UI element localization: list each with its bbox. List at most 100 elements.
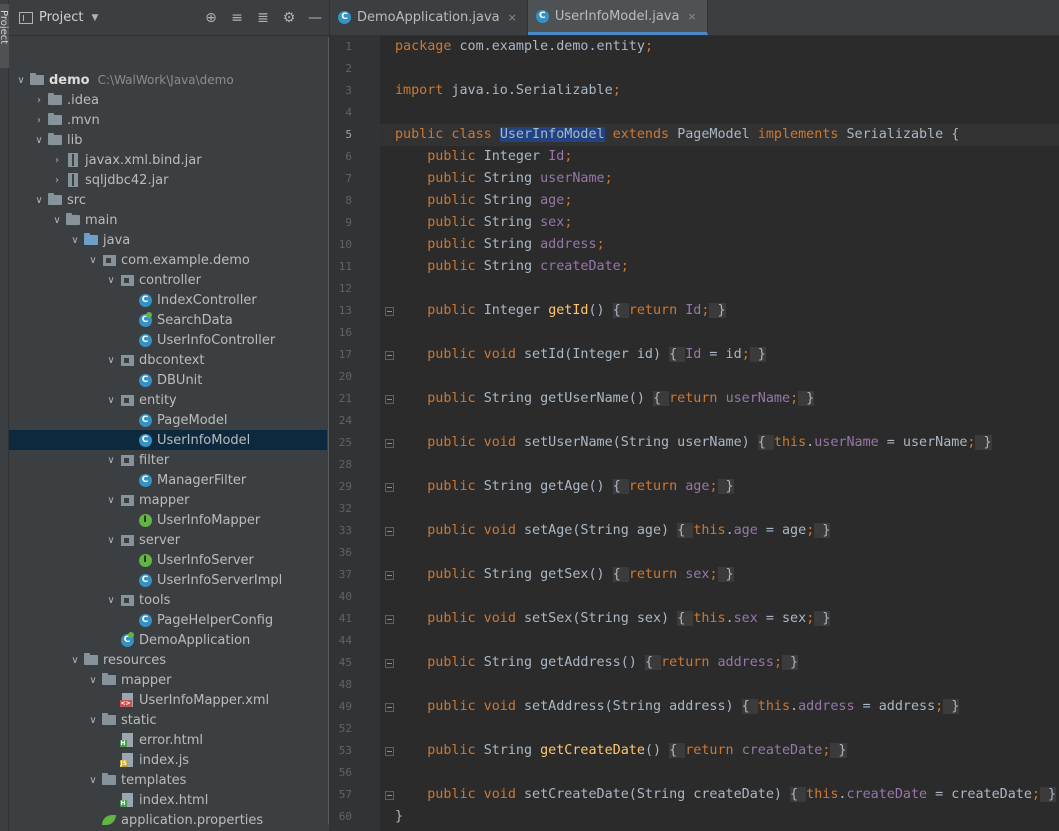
chevron-down-icon[interactable]: ∨ [103,275,119,286]
fold-icon[interactable] [385,615,394,624]
chevron-down-icon[interactable]: ∨ [103,455,119,466]
fold-icon[interactable] [385,307,394,316]
code-token: = address [854,699,936,714]
fold-icon[interactable] [385,747,394,756]
code-token: package [395,39,460,54]
tree-item[interactable]: C UserInfoController [9,330,329,350]
tree-item[interactable]: ∨ controller [9,270,329,290]
tree-item[interactable]: C DBUnit [9,370,329,390]
tree-item[interactable]: ∨ dbcontext [9,350,329,370]
tree-item[interactable]: ∨ demo C:\WalWork\Java\demo [9,70,329,90]
tree-item[interactable]: <> UserInfoMapper.xml [9,690,329,710]
chevron-right-icon[interactable]: › [49,175,65,186]
code-token: { [612,567,629,582]
editor-tab[interactable]: C UserInfoModel.java × [527,0,708,35]
chevron-down-icon[interactable]: ∨ [85,675,101,686]
chevron-down-icon[interactable]: ∨ [85,255,101,266]
tree-item[interactable]: C IndexController [9,290,329,310]
line-number: 45 [338,656,352,669]
fold-icon[interactable] [385,395,394,404]
chevron-down-icon[interactable]: ∨ [31,135,47,146]
tree-item[interactable]: ∨ mapper [9,490,329,510]
chevron-down-icon[interactable]: ∨ [103,535,119,546]
chevron-down-icon[interactable]: ∨ [49,215,65,226]
locate-icon[interactable]: ⊕ [203,10,219,26]
chevron-down-icon[interactable]: ∨ [31,195,47,206]
code-view[interactable]: package com.example.demo.entity; import j… [380,36,1059,831]
expand-all-icon[interactable]: ≡ [229,10,245,26]
chevron-down-icon[interactable]: ∨ [85,715,101,726]
editor-tab[interactable]: C DemoApplication.java × [330,0,528,35]
fold-icon[interactable] [385,659,394,668]
project-stripe-button[interactable]: Project [0,4,9,68]
tree-item[interactable]: I UserInfoServer [9,550,329,570]
tree-item-label: UserInfoServerImpl [157,572,283,588]
tree-item[interactable]: › sqljdbc42.jar [9,170,329,190]
chevron-down-icon[interactable]: ∨ [103,595,119,606]
tree-item[interactable]: ∨ java [9,230,329,250]
class-icon: C [137,292,153,308]
tree-item[interactable]: C PageModel [9,410,329,430]
tree-item[interactable]: ∨ templates [9,770,329,790]
chevron-down-icon[interactable]: ∨ [67,235,83,246]
spring-class-icon: C [119,632,135,648]
chevron-down-icon[interactable]: ∨ [103,395,119,406]
gear-icon[interactable]: ⚙ [281,10,297,26]
tree-item[interactable]: C ManagerFilter [9,470,329,490]
tree-item[interactable]: ∨ main [9,210,329,230]
code-line: public String createDate; [395,256,629,278]
tree-item[interactable]: JS index.js [9,750,329,770]
tree-item[interactable]: › .idea [9,90,329,110]
chevron-right-icon[interactable]: › [31,115,47,126]
tree-item[interactable]: C DemoApplication [9,630,329,650]
tree-item[interactable]: ∨ tools [9,590,329,610]
project-panel-title[interactable]: Project [39,10,83,25]
tree-item[interactable]: ∨ filter [9,450,329,470]
tree-item[interactable]: ∨ lib [9,130,329,150]
tree-item[interactable]: application.properties [9,810,329,830]
tree-item[interactable]: C UserInfoModel [9,430,329,450]
tree-item[interactable]: ∨ com.example.demo [9,250,329,270]
fold-icon[interactable] [385,351,394,360]
chevron-down-icon[interactable]: ▼ [91,13,98,23]
hide-icon[interactable]: — [307,10,323,26]
chevron-down-icon[interactable]: ∨ [103,495,119,506]
chevron-down-icon[interactable]: ∨ [85,775,101,786]
fold-icon[interactable] [385,483,394,492]
close-icon[interactable]: × [688,10,697,23]
tree-item[interactable]: ∨ src [9,190,329,210]
chevron-right-icon[interactable]: › [31,95,47,106]
package-icon [119,352,135,368]
tree-item[interactable]: Herror.html [9,730,329,750]
tree-item[interactable]: ∨ resources [9,650,329,670]
tree-item[interactable]: C PageHelperConfig [9,610,329,630]
tree-item-label: UserInfoServer [157,552,254,568]
chevron-down-icon[interactable]: ∨ [13,75,29,86]
fold-icon[interactable] [385,527,394,536]
tree-item-label: server [139,532,181,548]
tree-item[interactable]: C SearchData [9,310,329,330]
chevron-right-icon[interactable]: › [49,155,65,166]
fold-icon[interactable] [385,703,394,712]
fold-icon[interactable] [385,439,394,448]
tree-item[interactable]: Hindex.html [9,790,329,810]
tree-item[interactable]: ∨ mapper [9,670,329,690]
tree-item[interactable]: ∨ entity [9,390,329,410]
tree-item[interactable]: I UserInfoMapper [9,510,329,530]
close-icon[interactable]: × [508,11,517,24]
chevron-down-icon[interactable]: ∨ [67,655,83,666]
line-number: 1 [345,40,352,53]
line-number: 56 [338,766,352,779]
code-token: } [749,347,766,362]
chevron-down-icon[interactable]: ∨ [103,355,119,366]
collapse-all-icon[interactable]: ≣ [255,10,271,26]
tree-item[interactable]: › .mvn [9,110,329,130]
fold-icon[interactable] [385,791,394,800]
code-token: Id [685,347,702,362]
tree-item[interactable]: › javax.xml.bind.jar [9,150,329,170]
fold-icon[interactable] [385,571,394,580]
tree-item[interactable]: ∨ server [9,530,329,550]
tree-item[interactable]: ∨ static [9,710,329,730]
tree-item[interactable]: C UserInfoServerImpl [9,570,329,590]
